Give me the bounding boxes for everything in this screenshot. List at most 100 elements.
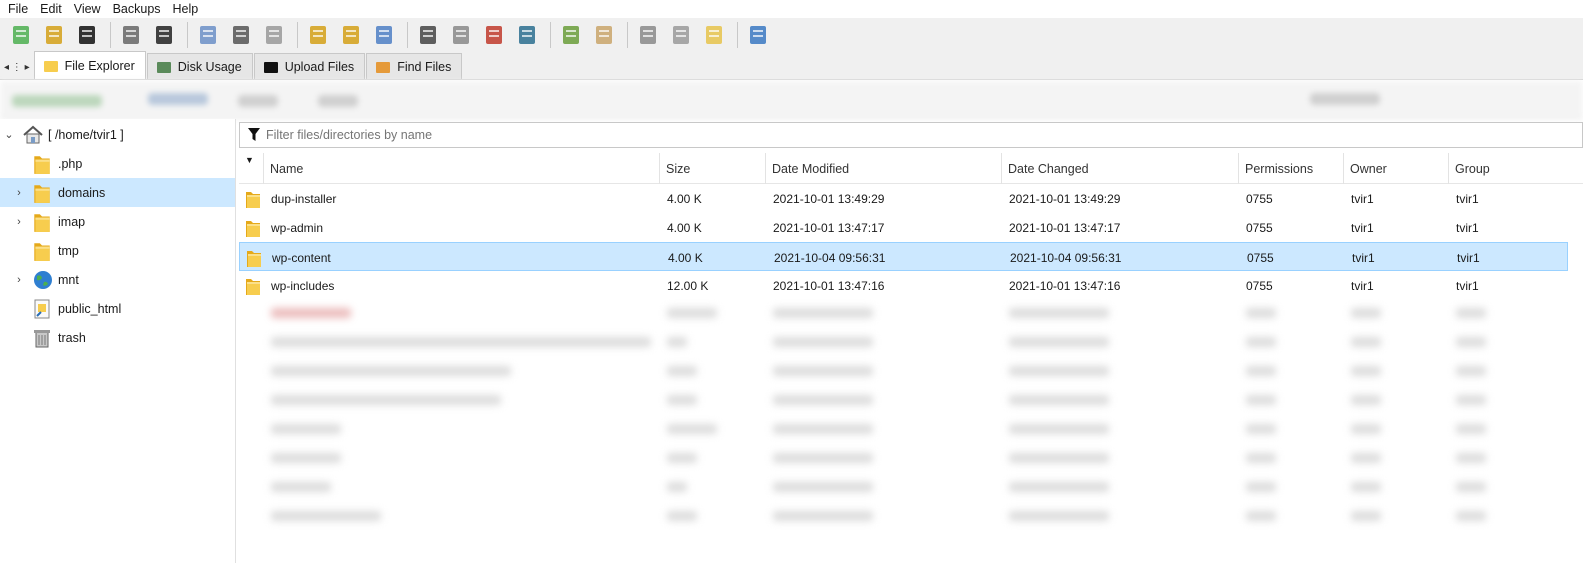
checklist-icon[interactable] (743, 20, 773, 50)
tree-item-label: trash (58, 330, 86, 345)
column-header-size[interactable]: Size (659, 153, 765, 184)
tree-item-dot-php[interactable]: .php (0, 149, 235, 178)
search-icon[interactable] (116, 20, 146, 50)
column-header-date-changed[interactable]: Date Changed (1001, 153, 1238, 184)
tree-item-label: imap (58, 214, 86, 229)
cell-changed: 2021-10-01 13:49:29 (1009, 191, 1121, 206)
download-icon[interactable] (633, 20, 663, 50)
folder-icon (33, 182, 51, 204)
tree-item-mnt[interactable]: › mnt (0, 265, 235, 294)
cell-group: tvir1 (1456, 220, 1479, 235)
trash-icon[interactable] (512, 20, 542, 50)
cell-group: tvir1 (1457, 250, 1480, 265)
cell-owner: tvir1 (1351, 191, 1374, 206)
table-row[interactable]: dup-installer 4.00 K 2021-10-01 13:49:29 20… (239, 184, 1568, 213)
sort-arrow-icon[interactable]: ▼ (245, 155, 254, 165)
column-header-name[interactable]: Name (263, 153, 659, 184)
folder-icon (245, 213, 261, 242)
menu-edit[interactable]: Edit (40, 2, 62, 16)
column-header-date-modified[interactable]: Date Modified (765, 153, 1001, 184)
table-row[interactable]: wp-includes 12.00 K 2021-10-01 13:47:16 202… (239, 271, 1568, 300)
tree-item-public-html[interactable]: public_html (0, 294, 235, 323)
tree-item-label: tmp (58, 243, 79, 258)
cell-name: wp-admin (271, 220, 324, 235)
home-icon (22, 124, 44, 146)
cell-size: 4.00 K (668, 250, 703, 265)
table-row[interactable]: wp-content 4.00 K 2021-10-04 09:56:31 2021-… (239, 242, 1568, 271)
cell-modified: 2021-10-01 13:49:29 (773, 191, 885, 206)
blurred-rows (239, 298, 1583, 563)
copy-folder-icon[interactable] (336, 20, 366, 50)
folder-icon (245, 184, 261, 213)
tab-disk-usage[interactable]: Disk Usage (146, 53, 253, 79)
column-header-permissions[interactable]: Permissions (1238, 153, 1343, 184)
folder-icon (33, 240, 51, 262)
add-folder-icon[interactable] (39, 20, 69, 50)
table-row[interactable]: wp-admin 4.00 K 2021-10-01 13:47:17 2021-10… (239, 213, 1568, 242)
move-to-icon[interactable] (369, 20, 399, 50)
folder-icon (33, 153, 51, 175)
tab-scroll-nav[interactable]: ◂ ⋮ ▸ (0, 55, 34, 79)
cell-group: tvir1 (1456, 191, 1479, 206)
permissions-lock-icon[interactable] (413, 20, 443, 50)
cell-modified: 2021-10-01 13:47:17 (773, 220, 885, 235)
menu-view[interactable]: View (74, 2, 101, 16)
directory-tree: ⌄ [ /home/tvir1 ] .php › domains › imap tmp › m… (0, 119, 236, 563)
chevron-right-icon[interactable]: › (14, 274, 24, 286)
tree-item-domains[interactable]: › domains (0, 178, 235, 207)
tree-item-imap[interactable]: › imap (0, 207, 235, 236)
tab-label: Find Files (397, 59, 452, 74)
cell-changed: 2021-10-04 09:56:31 (1010, 250, 1122, 265)
upload-icon[interactable] (72, 20, 102, 50)
select-all-icon[interactable] (149, 20, 179, 50)
tab-upload-files[interactable]: Upload Files (253, 53, 366, 79)
cell-perms: 0755 (1246, 278, 1273, 293)
menu-bar: File Edit View Backups Help (0, 0, 1583, 18)
compress-icon[interactable] (589, 20, 619, 50)
new-file-icon[interactable] (6, 20, 36, 50)
menu-file[interactable]: File (8, 2, 28, 16)
toolbar-separator (627, 22, 628, 48)
delete-file-icon[interactable] (479, 20, 509, 50)
tree-root[interactable]: ⌄ [ /home/tvir1 ] (0, 120, 235, 149)
copy-icon[interactable] (193, 20, 223, 50)
chevron-down-icon[interactable]: ⌄ (4, 128, 14, 141)
edit-icon[interactable] (699, 20, 729, 50)
folder-icon (33, 211, 51, 233)
cell-size: 4.00 K (667, 191, 702, 206)
file-list-header: ▼ Name Size Date Modified Date Changed Permi… (239, 153, 1583, 184)
tree-item-tmp[interactable]: tmp (0, 236, 235, 265)
cut-icon[interactable] (226, 20, 256, 50)
chevron-right-icon[interactable]: › (14, 216, 24, 228)
blurred-toolbar (0, 81, 1583, 119)
menu-backups[interactable]: Backups (113, 2, 161, 16)
chevron-right-icon[interactable]: › (14, 187, 24, 199)
toolbar-separator (550, 22, 551, 48)
menu-help[interactable]: Help (173, 2, 199, 16)
cell-owner: tvir1 (1351, 220, 1374, 235)
trash-icon (33, 328, 51, 348)
filter-input[interactable] (266, 128, 1166, 142)
view-icon[interactable] (666, 20, 696, 50)
cell-size: 4.00 K (667, 220, 702, 235)
tree-item-trash[interactable]: trash (0, 323, 235, 352)
cell-owner: tvir1 (1351, 278, 1374, 293)
cell-owner: tvir1 (1352, 250, 1375, 265)
globe-icon (33, 270, 53, 290)
upload-icon (263, 60, 285, 74)
toolbar-separator (187, 22, 188, 48)
column-header-owner[interactable]: Owner (1343, 153, 1448, 184)
tab-find-files[interactable]: Find Files (366, 53, 463, 79)
move-folder-icon[interactable] (303, 20, 333, 50)
tab-file-explorer[interactable]: File Explorer (33, 51, 146, 79)
find-files-icon (375, 60, 397, 74)
terminal-icon[interactable] (446, 20, 476, 50)
cell-changed: 2021-10-01 13:47:16 (1009, 278, 1121, 293)
extract-icon[interactable] (556, 20, 586, 50)
cell-size: 12.00 K (667, 278, 709, 293)
cell-modified: 2021-10-01 13:47:16 (773, 278, 885, 293)
column-header-group[interactable]: Group (1448, 153, 1553, 184)
paste-icon[interactable] (259, 20, 289, 50)
cell-perms: 0755 (1246, 220, 1273, 235)
filter-bar[interactable] (239, 122, 1583, 148)
